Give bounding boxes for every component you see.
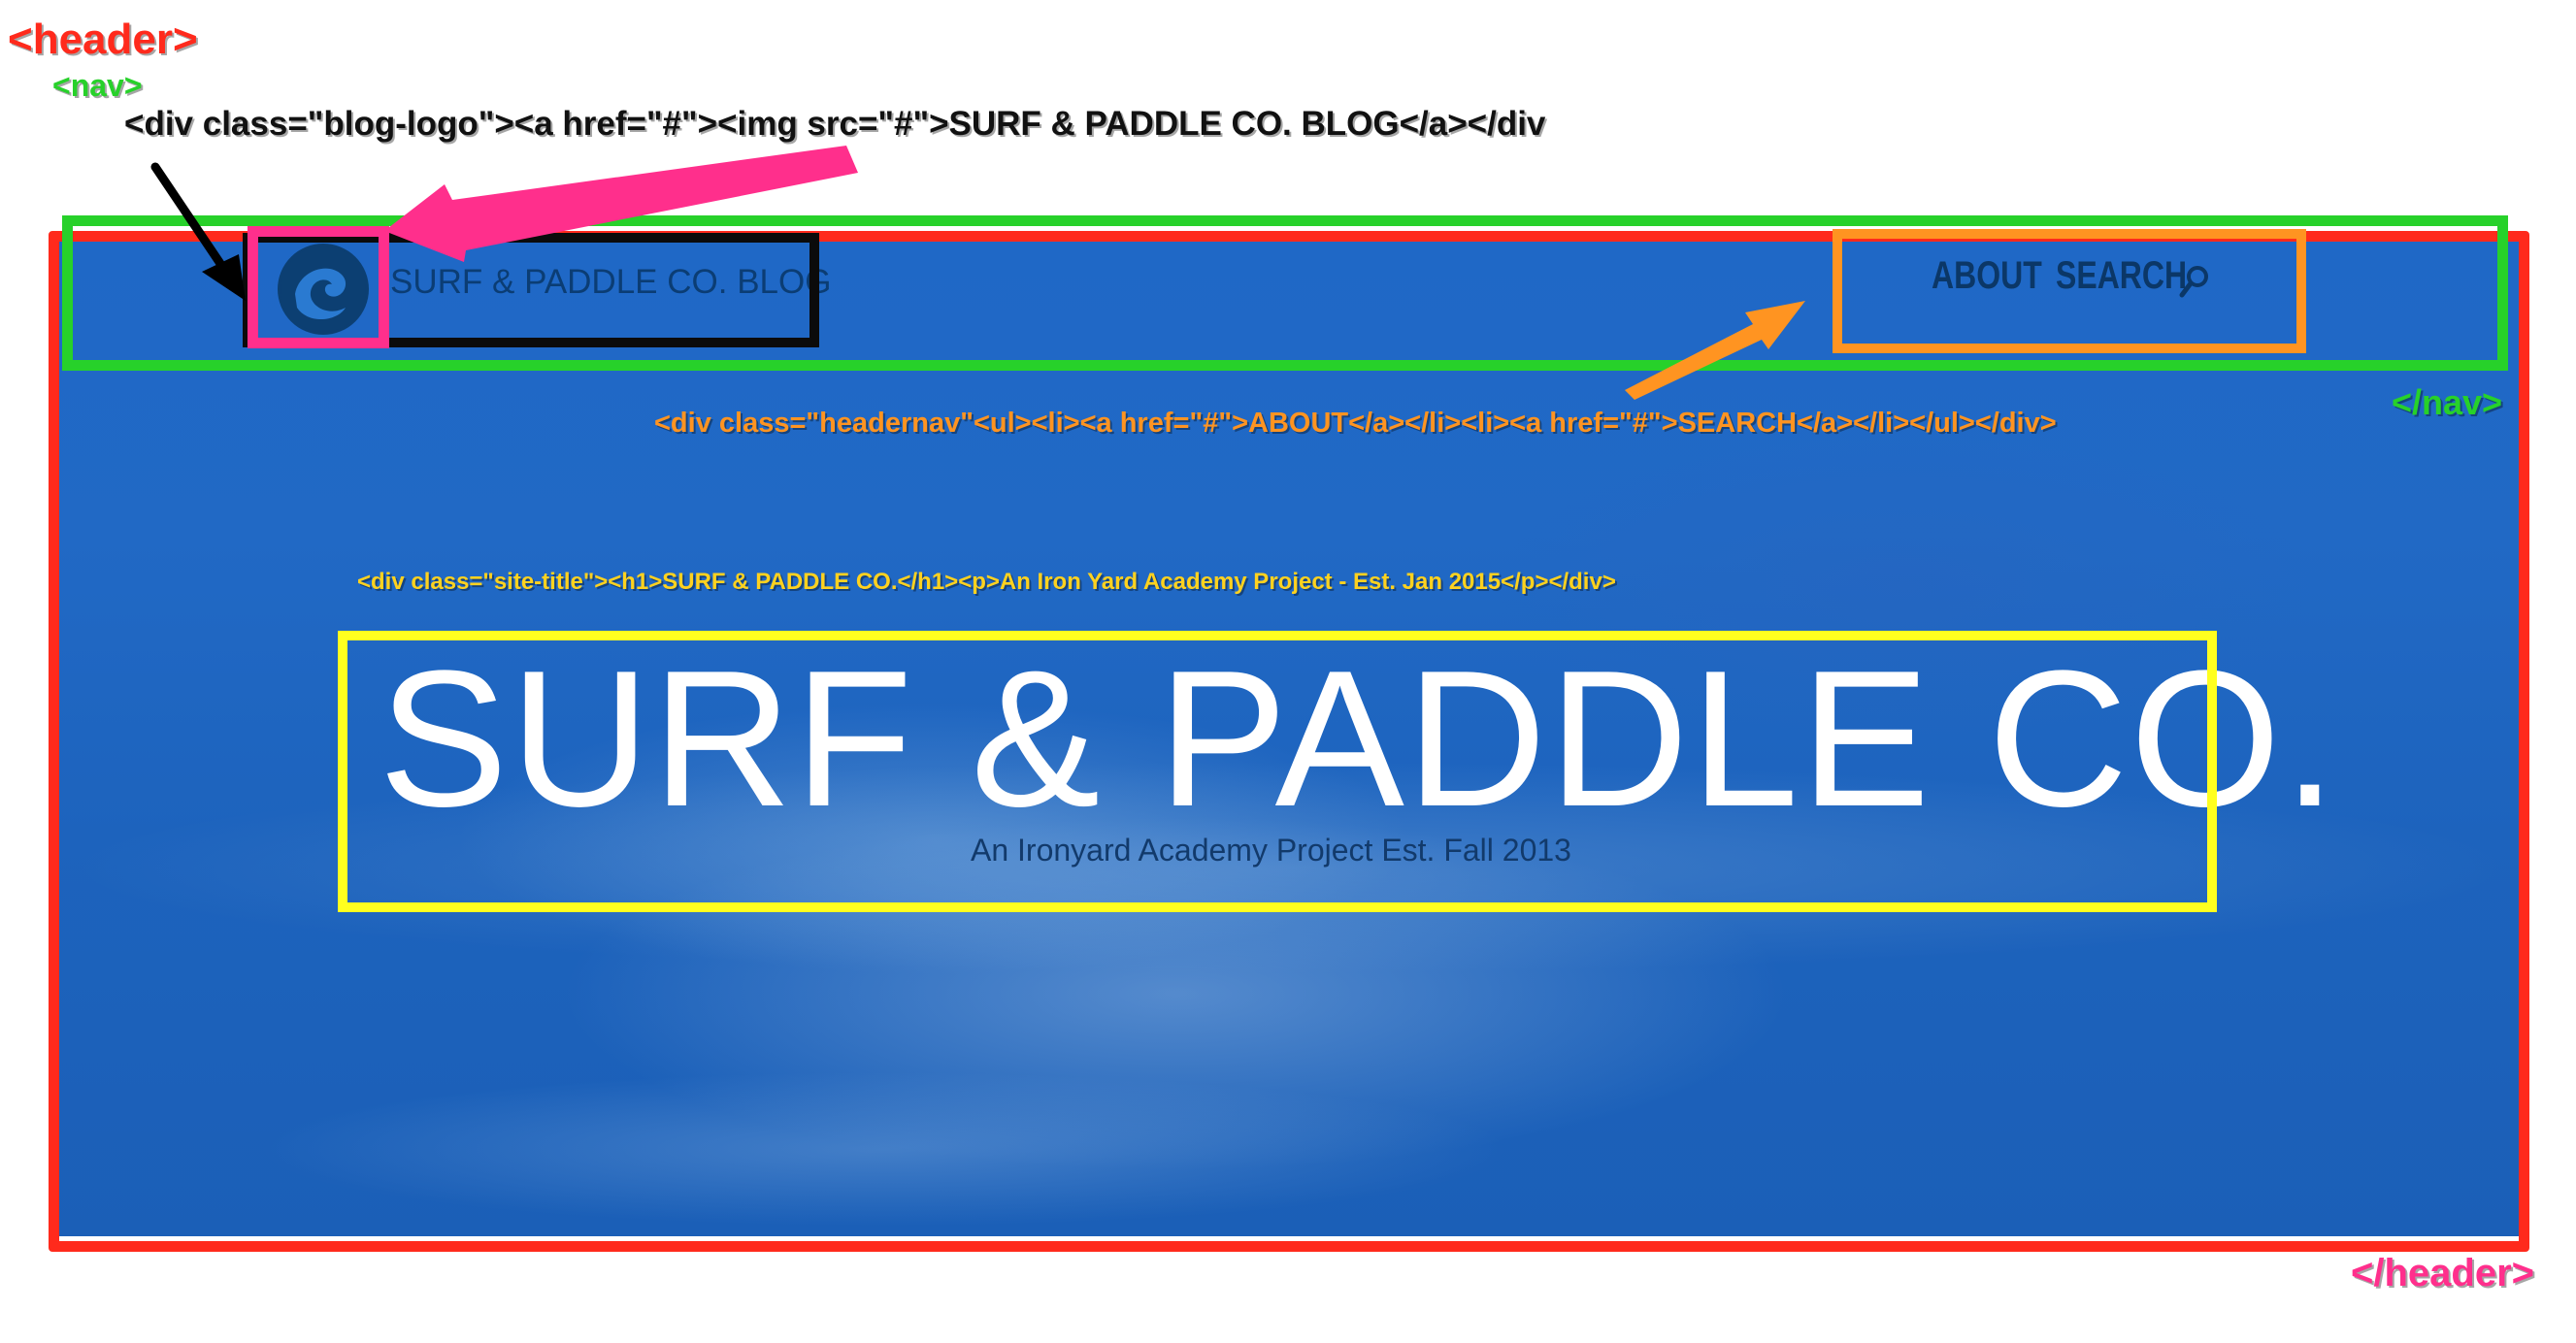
arrow-icon — [150, 146, 1805, 400]
header-open-tag: <header> — [8, 16, 198, 63]
site-title-code: <div class="site-title"><h1>SURF & PADDL… — [357, 569, 1616, 595]
nav-open-tag: <nav> — [52, 68, 143, 103]
nav-close-tag: </nav> — [2392, 382, 2503, 422]
headernav-code: <div class="headernav"<ul><li><a href="#… — [654, 408, 2057, 439]
blog-logo-code: <div class="blog-logo"><a href="#"><img … — [124, 105, 1546, 143]
header-close-tag: </header> — [2351, 1252, 2535, 1294]
